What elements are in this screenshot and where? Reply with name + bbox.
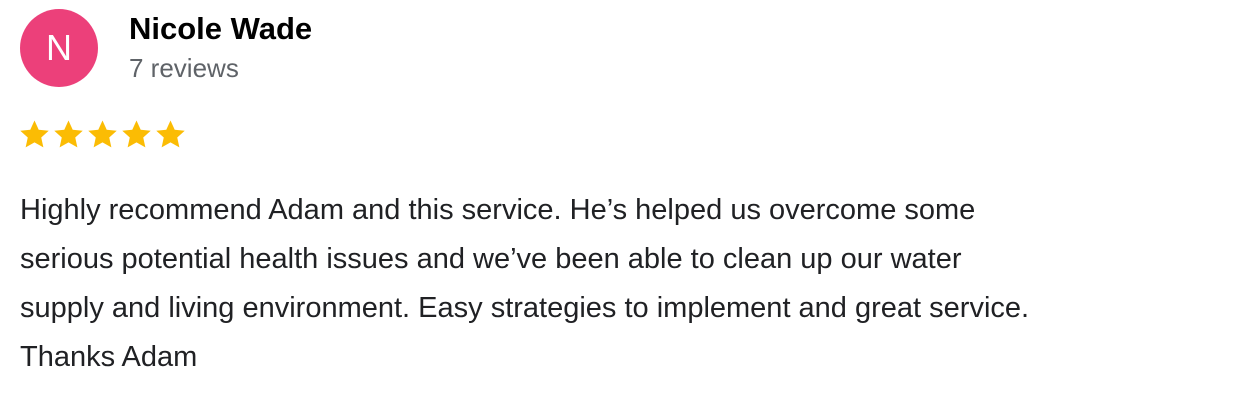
review-text-line: serious potential health issues and we’v… [20, 243, 962, 275]
review-count: 7 reviews [129, 53, 239, 83]
avatar-letter: N [46, 27, 72, 68]
star-rating [18, 118, 187, 151]
star-icon [88, 120, 117, 148]
author-name[interactable]: Nicole Wade [129, 10, 312, 48]
review-text-line: supply and living environment. Easy stra… [20, 292, 1030, 324]
avatar[interactable]: N [20, 9, 98, 87]
star-icon [122, 120, 151, 148]
review-text-line: Highly recommend Adam and this service. … [20, 194, 976, 226]
star-icon [156, 120, 185, 148]
review-text-line: Thanks Adam [20, 341, 198, 373]
star-icon [20, 120, 49, 148]
review-card: N Nicole Wade 7 reviews Highly recommend… [0, 0, 1255, 410]
star-icon [54, 120, 83, 148]
review-text: Highly recommend Adam and this service. … [20, 186, 1245, 382]
